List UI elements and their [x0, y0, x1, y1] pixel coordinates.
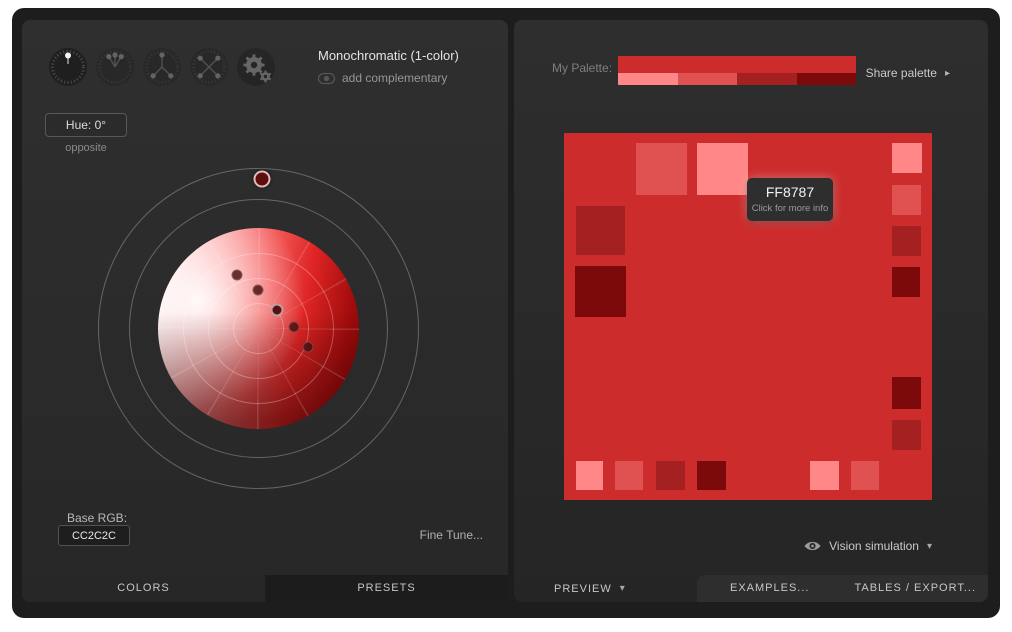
add-complementary-toggle[interactable]: add complementary — [318, 71, 447, 85]
preview-square[interactable] — [576, 206, 625, 255]
my-palette-label: My Palette: — [552, 61, 612, 75]
monochromatic-scheme-icon[interactable] — [48, 47, 88, 87]
hue-value-box[interactable]: Hue: 0° — [45, 113, 127, 137]
palette-variant-swatch[interactable] — [797, 73, 857, 85]
tab-colors[interactable]: COLORS — [22, 575, 265, 602]
adjacent-colors-scheme-icon[interactable] — [95, 47, 135, 87]
right-tab-strip: EXAMPLES... TABLES / EXPORT... — [697, 575, 988, 602]
base-rgb-label: Base RGB: — [67, 511, 127, 525]
color-tooltip[interactable]: FF8787 Click for more info — [747, 178, 833, 221]
arrow-right-icon: ▸ — [945, 68, 950, 79]
preview-square[interactable] — [656, 461, 685, 490]
palette-variant-swatch[interactable] — [618, 73, 678, 85]
base-color-marker[interactable] — [271, 304, 284, 317]
tooltip-subtext: Click for more info — [751, 203, 829, 214]
palette-variant-swatch[interactable] — [678, 73, 738, 85]
base-rgb-input[interactable] — [58, 525, 130, 546]
palette-variant-row — [618, 73, 856, 85]
palette-variant-swatch[interactable] — [737, 73, 797, 85]
saturation-brightness-disc[interactable] — [158, 228, 359, 429]
shade-marker[interactable] — [232, 270, 243, 281]
scheme-panel: Monochromatic (1-color) add complementar… — [22, 20, 508, 602]
tab-preview-label: PREVIEW — [554, 583, 612, 595]
fine-tune-link[interactable]: Fine Tune... — [420, 528, 483, 542]
scheme-type-selector — [48, 47, 276, 87]
radio-icon[interactable] — [318, 73, 335, 84]
eye-icon — [804, 540, 821, 552]
preview-square[interactable] — [851, 461, 879, 490]
palette-preview[interactable]: FF8787 Click for more info — [564, 133, 932, 500]
add-complementary-label: add complementary — [342, 71, 447, 85]
scheme-title: Monochromatic (1-color) — [318, 48, 459, 63]
preview-square[interactable] — [892, 377, 921, 409]
share-palette-link[interactable]: Share palette ▸ — [866, 66, 950, 80]
preview-square[interactable] — [810, 461, 839, 490]
freestyle-scheme-icon[interactable] — [236, 47, 276, 87]
palette-panel: My Palette: Share palette ▸ FF8787 Click… — [514, 20, 988, 602]
palette-strip[interactable] — [618, 56, 856, 85]
triad-scheme-icon[interactable] — [142, 47, 182, 87]
preview-square[interactable] — [636, 143, 687, 195]
preview-square[interactable] — [892, 420, 921, 450]
chevron-down-icon: ▾ — [620, 583, 625, 594]
preview-square[interactable] — [576, 461, 603, 490]
chevron-down-icon: ▾ — [927, 541, 932, 552]
opposite-label[interactable]: opposite — [45, 142, 127, 154]
preview-square[interactable] — [892, 267, 920, 297]
preview-square[interactable] — [697, 461, 726, 490]
tab-presets[interactable]: PRESETS — [265, 575, 508, 602]
palette-base-swatch[interactable] — [618, 56, 856, 73]
preview-square[interactable] — [615, 461, 643, 490]
tetrad-scheme-icon[interactable] — [189, 47, 229, 87]
preview-square[interactable] — [892, 143, 922, 173]
shade-marker[interactable] — [303, 342, 314, 353]
preview-square[interactable] — [575, 266, 626, 317]
color-wheel[interactable] — [70, 140, 447, 517]
preview-square[interactable] — [697, 143, 748, 195]
vision-simulation-menu[interactable]: Vision simulation ▾ — [804, 539, 932, 553]
tab-examples[interactable]: EXAMPLES... — [697, 575, 843, 602]
vision-simulation-label: Vision simulation — [829, 539, 919, 553]
preview-square[interactable] — [892, 185, 921, 215]
shade-marker[interactable] — [253, 285, 264, 296]
tab-tables-export[interactable]: TABLES / EXPORT... — [843, 575, 989, 602]
share-palette-label: Share palette — [866, 66, 937, 80]
tab-preview[interactable]: PREVIEW ▾ — [554, 575, 625, 602]
preview-square[interactable] — [892, 226, 921, 256]
tooltip-hex-value: FF8787 — [751, 184, 829, 200]
hue-marker[interactable] — [254, 171, 271, 188]
shade-marker[interactable] — [289, 322, 300, 333]
